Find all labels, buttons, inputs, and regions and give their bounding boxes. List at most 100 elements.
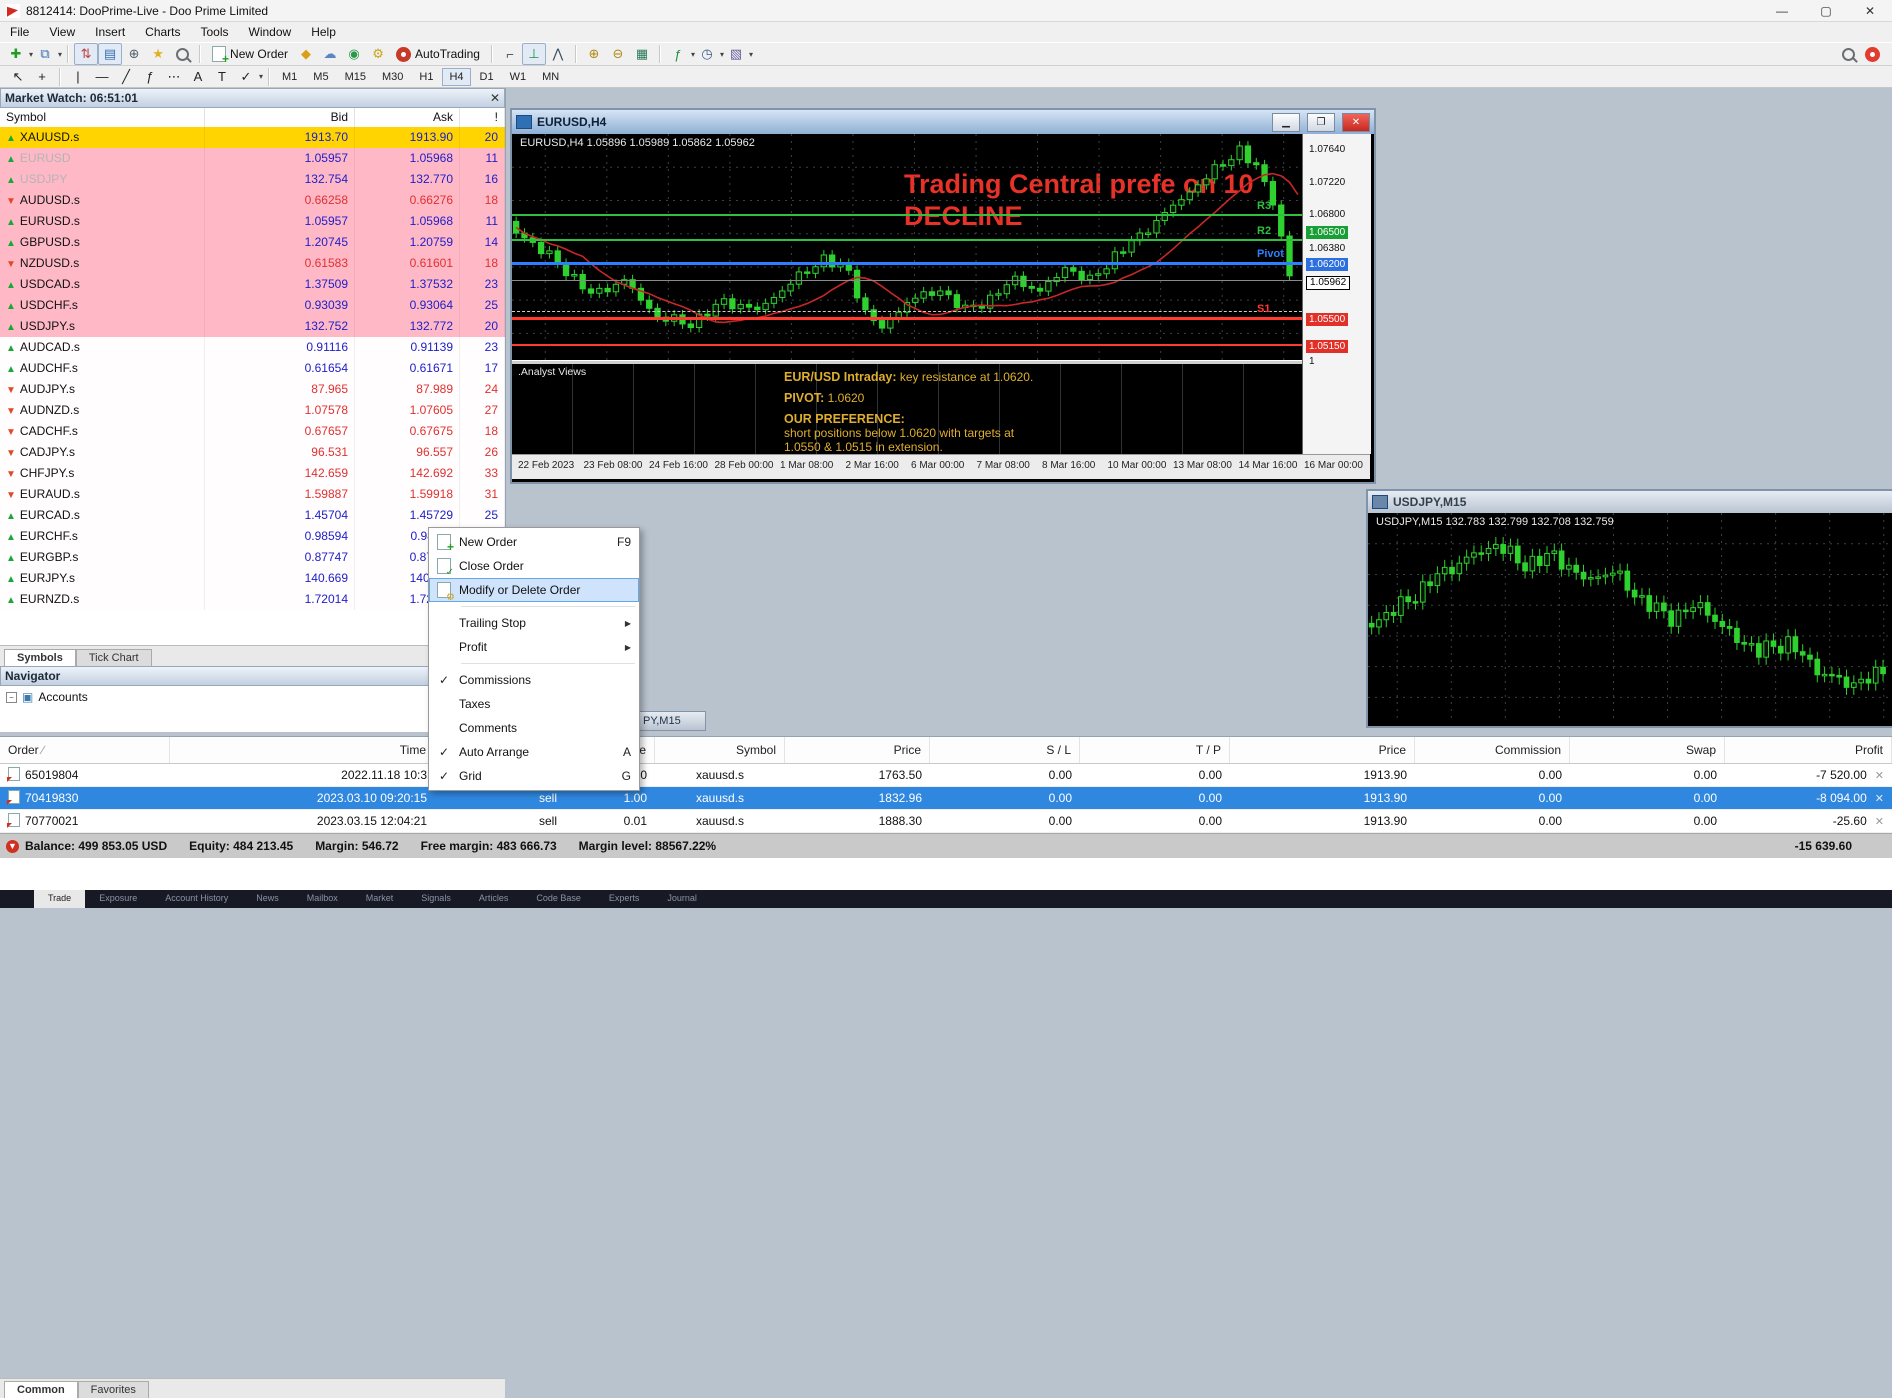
market-watch-row[interactable]: ▼CADCHF.s0.676570.6767518: [0, 421, 505, 442]
market-watch-column-symbol[interactable]: Symbol: [0, 108, 205, 127]
new-chart-button[interactable]: ✚: [4, 43, 28, 65]
cursor-tool-button[interactable]: ↖: [6, 66, 30, 88]
timeframe-m5[interactable]: M5: [306, 68, 335, 86]
arrows-tool-button[interactable]: ✓: [234, 66, 258, 88]
market-watch-row[interactable]: ▲EURCAD.s1.457041.4572925: [0, 505, 505, 526]
orders-column-profit[interactable]: Profit: [1725, 737, 1892, 763]
timeframe-m1[interactable]: M1: [275, 68, 304, 86]
market-watch-row[interactable]: ▲USDCAD.s1.375091.3753223: [0, 274, 505, 295]
terminal-tab-exposure[interactable]: Exposure: [85, 890, 151, 903]
orders-column-symbol[interactable]: Symbol: [655, 737, 785, 763]
menu-view[interactable]: View: [39, 23, 85, 41]
context-menu-item-grid[interactable]: ✓GridG: [429, 764, 639, 788]
navigator-toggle[interactable]: ⊕: [122, 43, 146, 65]
market-watch-toggle[interactable]: ⇅: [74, 43, 98, 65]
templates-dropdown-icon[interactable]: ▾: [749, 50, 753, 59]
orders-column-price[interactable]: Price: [785, 737, 930, 763]
market-watch-row[interactable]: ▲AUDCHF.s0.616540.6167117: [0, 358, 505, 379]
market-watch-row[interactable]: ▲AUDCAD.s0.911160.9113923: [0, 337, 505, 358]
new-order-button[interactable]: New Order: [206, 45, 294, 63]
tile-windows-button[interactable]: ▦: [630, 43, 654, 65]
zoom-in-button[interactable]: ⊕: [582, 43, 606, 65]
terminal-tab-mailbox[interactable]: Mailbox: [293, 890, 352, 903]
chart-close-button[interactable]: ✕: [1342, 113, 1370, 132]
horizontal-line-tool-button[interactable]: —: [90, 66, 114, 88]
autotrading-button[interactable]: AutoTrading: [390, 46, 486, 63]
terminal-tab-market[interactable]: Market: [352, 890, 408, 903]
close-order-x-icon[interactable]: ✕: [1875, 793, 1884, 805]
market-watch-row[interactable]: ▲USDJPY132.754132.77016: [0, 169, 505, 190]
vertical-line-tool-button[interactable]: |: [66, 66, 90, 88]
menu-tools[interactable]: Tools: [191, 23, 239, 41]
market-watch-column-ask[interactable]: Ask: [355, 108, 460, 127]
indicators-button[interactable]: ƒ: [666, 43, 690, 65]
timeframe-m30[interactable]: M30: [375, 68, 410, 86]
orders-column-order[interactable]: Order ∕: [0, 737, 170, 763]
chart-minimize-button[interactable]: ▁: [1272, 113, 1300, 132]
eurusd-price-scale[interactable]: 1.076401.072201.068001.065001.063801.062…: [1302, 134, 1371, 454]
timeframe-h1[interactable]: H1: [412, 68, 440, 86]
close-order-x-icon[interactable]: ✕: [1875, 816, 1884, 828]
context-menu-item-auto-arrange[interactable]: ✓Auto ArrangeA: [429, 740, 639, 764]
terminal-toggle[interactable]: ★: [146, 43, 170, 65]
context-menu-item-modify-or-delete-order[interactable]: Modify or Delete Order: [429, 578, 639, 602]
order-row[interactable]: 650198042022.11.18 10:30.50xauusd.s1763.…: [0, 764, 1892, 787]
notification-badge[interactable]: [1860, 43, 1884, 65]
terminal-tab-experts[interactable]: Experts: [595, 890, 654, 903]
market-watch-header[interactable]: SymbolBidAsk!: [0, 108, 505, 128]
text-label-tool-button[interactable]: T: [210, 66, 234, 88]
market-watch-column-bid[interactable]: Bid: [205, 108, 355, 127]
timeframe-h4[interactable]: H4: [442, 68, 470, 86]
eurusd-chart-area[interactable]: EURUSD,H4 1.05896 1.05989 1.05862 1.0596…: [512, 134, 1302, 360]
market-watch-tab-symbols[interactable]: Symbols: [4, 649, 76, 666]
periods-button[interactable]: ◷: [695, 43, 719, 65]
profiles-button[interactable]: ⧉: [33, 43, 57, 65]
close-order-x-icon[interactable]: ✕: [1875, 770, 1884, 782]
terminal-tab-trade[interactable]: Trade: [34, 890, 85, 908]
trendline-tool-button[interactable]: ╱: [114, 66, 138, 88]
minimize-button[interactable]: —: [1760, 0, 1804, 22]
order-row[interactable]: 704198302023.03.10 09:20:15sell1.00xauus…: [0, 787, 1892, 810]
search-button[interactable]: [1836, 43, 1860, 65]
text-tool-button[interactable]: A: [186, 66, 210, 88]
orders-column-swap[interactable]: Swap: [1570, 737, 1725, 763]
usdjpy-chart-area[interactable]: USDJPY,M15 132.783 132.799 132.708 132.7…: [1368, 513, 1892, 722]
menu-help[interactable]: Help: [301, 23, 346, 41]
market-watch-row[interactable]: ▼AUDJPY.s87.96587.98924: [0, 379, 505, 400]
close-button[interactable]: ✕: [1848, 0, 1892, 22]
orders-column-time[interactable]: Time: [170, 737, 435, 763]
signals-button[interactable]: ◉: [342, 43, 366, 65]
terminal-tab-account-history[interactable]: Account History: [151, 890, 242, 903]
context-menu-item-new-order[interactable]: New OrderF9: [429, 530, 639, 554]
orders-column-commission[interactable]: Commission: [1415, 737, 1570, 763]
terminal-tab-articles[interactable]: Articles: [465, 890, 523, 903]
menu-charts[interactable]: Charts: [135, 23, 190, 41]
market-watch-row[interactable]: ▲GBPUSD.s1.207451.2075914: [0, 232, 505, 253]
context-menu-item-taxes[interactable]: Taxes: [429, 692, 639, 716]
market-watch-row[interactable]: ▼AUDUSD.s0.662580.6627618: [0, 190, 505, 211]
market-watch-row[interactable]: ▼CHFJPY.s142.659142.69233: [0, 463, 505, 484]
terminal-tab-news[interactable]: News: [242, 890, 293, 903]
orders-table-header[interactable]: Order ∕TimeTypeSizeSymbolPriceS / LT / P…: [0, 737, 1892, 764]
orders-column-t-p[interactable]: T / P: [1080, 737, 1230, 763]
menu-insert[interactable]: Insert: [85, 23, 135, 41]
context-menu-item-profit[interactable]: Profit▶: [429, 635, 639, 659]
eurusd-time-axis[interactable]: 22 Feb 202323 Feb 08:0024 Feb 16:0028 Fe…: [512, 454, 1370, 479]
context-menu-item-commissions[interactable]: ✓Commissions: [429, 668, 639, 692]
eurusd-window-title-bar[interactable]: EURUSD,H4 ▁ ❐ ✕: [512, 110, 1374, 134]
profiles-dropdown-icon[interactable]: ▾: [58, 50, 62, 59]
zoom-out-button[interactable]: ⊖: [606, 43, 630, 65]
market-watch-row[interactable]: ▲USDCHF.s0.930390.9306425: [0, 295, 505, 316]
navigator-tab-favorites[interactable]: Favorites: [78, 1381, 149, 1398]
orders-column-s-l[interactable]: S / L: [930, 737, 1080, 763]
terminal-tab-signals[interactable]: Signals: [407, 890, 465, 903]
tree-expand-icon[interactable]: −: [6, 692, 17, 703]
context-menu-item-trailing-stop[interactable]: Trailing Stop▶: [429, 611, 639, 635]
templates-button[interactable]: ▧: [724, 43, 748, 65]
line-chart-button[interactable]: ⋀: [546, 43, 570, 65]
timeframe-w1[interactable]: W1: [503, 68, 534, 86]
terminal-tab-code-base[interactable]: Code Base: [522, 890, 595, 903]
market-button[interactable]: ⚙: [366, 43, 390, 65]
arrows-dropdown-icon[interactable]: ▾: [259, 72, 263, 81]
market-watch-row[interactable]: ▲EURUSD1.059571.0596811: [0, 148, 505, 169]
